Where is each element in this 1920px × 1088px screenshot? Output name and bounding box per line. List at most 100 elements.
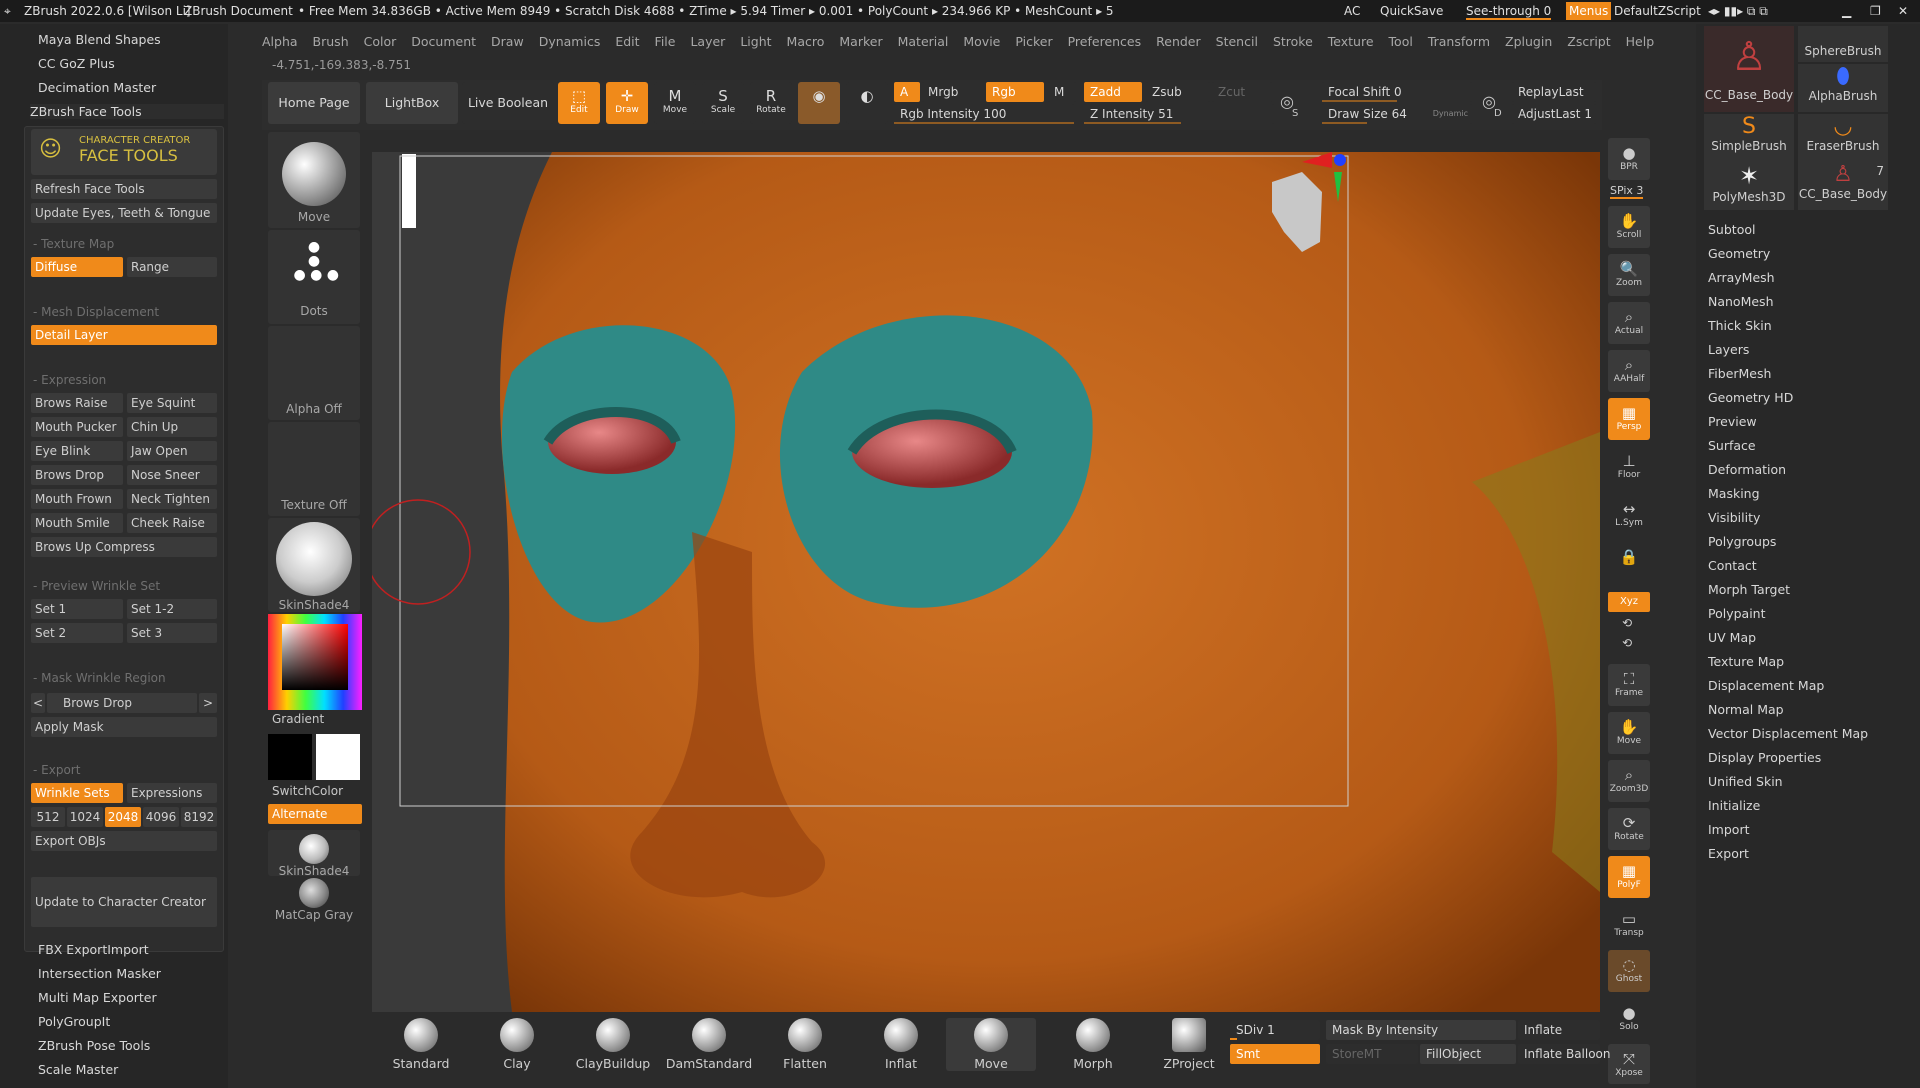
apply-mask-button[interactable]: Apply Mask [31,717,217,737]
expr-jaw-open[interactable]: Jaw Open [127,441,217,461]
scale-mode-button[interactable]: S Scale [702,82,744,124]
menu-material[interactable]: Material [898,34,949,49]
aahalf-button[interactable]: ⌕ AAHalf [1608,350,1650,392]
displacement-map-menu[interactable]: Displacement Map [1708,678,1824,693]
plugin-pose-tools[interactable]: ZBrush Pose Tools [38,1038,150,1053]
set-2-button[interactable]: Set 2 [31,623,123,643]
focal-shift-slider[interactable]: Focal Shift 0 [1322,82,1472,102]
prev-region-arrow-icon[interactable]: < [31,693,45,713]
brush-clay[interactable]: Clay [472,1018,562,1071]
mrgb-toggle[interactable]: Mrgb [922,82,994,102]
menu-layer[interactable]: Layer [690,34,725,49]
transp-button[interactable]: ▭ Transp [1608,904,1650,946]
color-square[interactable] [282,624,348,690]
polyf-button[interactable]: ▦ PolyF [1608,856,1650,898]
plugin-cc-goz-plus[interactable]: CC GoZ Plus [38,56,115,71]
expr-neck-tighten[interactable]: Neck Tighten [127,489,217,509]
preview-wrinkle-section[interactable]: - Preview Wrinkle Set [33,579,160,593]
brush-polymesh3d[interactable]: ✶ PolyMesh3D [1704,162,1794,210]
menu-light[interactable]: Light [740,34,771,49]
brush-tile[interactable]: Move [268,132,360,228]
update-eyes-button[interactable]: Update Eyes, Teeth & Tongue [31,203,217,223]
menu-marker[interactable]: Marker [839,34,882,49]
z-intensity-slider[interactable]: Z Intensity 51 [1084,104,1274,124]
menu-macro[interactable]: Macro [787,34,825,49]
edit-mode-button[interactable]: ⬚ Edit [558,82,600,124]
expr-chin-up[interactable]: Chin Up [127,417,217,437]
fillobject-button[interactable]: FillObject [1420,1044,1516,1064]
spix-slider[interactable]: SPix 3 [1610,184,1644,199]
brush-alpha[interactable]: ⬮ AlphaBrush [1798,64,1888,112]
menu-texture[interactable]: Texture [1328,34,1374,49]
morph-target-menu[interactable]: Morph Target [1708,582,1790,597]
plugin-maya-blend-shapes[interactable]: Maya Blend Shapes [38,32,161,47]
set-1-button[interactable]: Set 1 [31,599,123,619]
scroll-button[interactable]: ✋ Scroll [1608,206,1650,248]
menu-preferences[interactable]: Preferences [1068,34,1142,49]
arraymesh-menu[interactable]: ArrayMesh [1708,270,1775,285]
expr-eye-blink[interactable]: Eye Blink [31,441,123,461]
zcut-toggle[interactable]: Zcut [1212,82,1272,102]
restore-icon[interactable]: ❐ [1870,4,1881,18]
actual-button[interactable]: ⌕ Actual [1608,302,1650,344]
sdiv-slider[interactable]: SDiv 1 [1230,1020,1320,1040]
draw-size-slider[interactable]: Draw Size 64 Dynamic [1322,104,1472,124]
xpose-button[interactable]: ⤧ Xpose [1608,1044,1650,1084]
brush-move[interactable]: Move [946,1018,1036,1071]
expr-mouth-frown[interactable]: Mouth Frown [31,489,123,509]
lightbox-button[interactable]: LightBox [366,82,458,124]
inflate-button[interactable]: Inflate [1518,1020,1600,1040]
material-tile-2[interactable]: SkinShade4 [268,830,360,878]
uv-map-menu[interactable]: UV Map [1708,630,1756,645]
export-section[interactable]: - Export [33,763,80,777]
live-boolean-button[interactable]: Live Boolean [462,82,554,124]
adjust-last-slider[interactable]: AdjustLast 1 [1512,104,1596,124]
next-region-arrow-icon[interactable]: > [199,693,217,713]
zadd-toggle[interactable]: Zadd [1084,82,1142,102]
size-1024[interactable]: 1024 [67,807,103,827]
plugin-decimation-master[interactable]: Decimation Master [38,80,156,95]
rot-z-icon[interactable]: ⟲ [1622,636,1632,650]
brush-damstandard[interactable]: DamStandard [664,1018,754,1071]
expression-section[interactable]: - Expression [33,373,106,387]
alpha-tile[interactable]: Alpha Off [268,326,360,420]
color-picker[interactable] [268,614,362,710]
brush-claybuildup[interactable]: ClayBuildup [568,1018,658,1071]
close-icon[interactable]: ✕ [1898,4,1908,18]
texture-map-section[interactable]: - Texture Map [33,237,114,251]
lock-button[interactable]: 🔒 [1608,542,1650,584]
refresh-face-tools-button[interactable]: Refresh Face Tools [31,179,217,199]
menu-render[interactable]: Render [1156,34,1201,49]
menu-stencil[interactable]: Stencil [1216,34,1258,49]
expr-nose-sneer[interactable]: Nose Sneer [127,465,217,485]
menu-edit[interactable]: Edit [615,34,639,49]
display-properties-menu[interactable]: Display Properties [1708,750,1821,765]
export-objs-button[interactable]: Export OBJs [31,831,217,851]
expr-cheek-raise[interactable]: Cheek Raise [127,513,217,533]
plugin-fbx[interactable]: FBX ExportImport [38,942,149,957]
subtool-menu[interactable]: Subtool [1708,222,1755,237]
menu-color[interactable]: Color [364,34,397,49]
menu-tool[interactable]: Tool [1389,34,1413,49]
minimize-icon[interactable]: ▁ [1842,4,1851,18]
menu-stroke[interactable]: Stroke [1273,34,1313,49]
solo-button[interactable]: ● Solo [1608,998,1650,1040]
initialize-menu[interactable]: Initialize [1708,798,1760,813]
brush-zproject[interactable]: ZProject [1144,1018,1234,1071]
m-toggle[interactable]: M [1048,82,1076,102]
see-through-slider[interactable]: See-through 0 [1466,4,1552,20]
visibility-menu[interactable]: Visibility [1708,510,1760,525]
layout-icons[interactable]: ◂▸ ▮▮▸ ⧉ ⧉ [1708,4,1768,19]
menu-draw[interactable]: Draw [491,34,524,49]
inflate-balloon-button[interactable]: Inflate Balloon [1518,1044,1611,1064]
stroke-tile[interactable]: ● ● ● ● ● Dots [268,230,360,324]
expr-mouth-pucker[interactable]: Mouth Pucker [31,417,123,437]
menu-zplugin[interactable]: Zplugin [1505,34,1552,49]
rgb-toggle[interactable]: Rgb [986,82,1044,102]
brush-simple[interactable]: S SimpleBrush [1704,114,1794,162]
menu-document[interactable]: Document [411,34,476,49]
zoom3d-button[interactable]: ⌕ Zoom3D [1608,760,1650,802]
nanomesh-menu[interactable]: NanoMesh [1708,294,1774,309]
update-to-cc-button[interactable]: Update to Character Creator [31,877,217,927]
move-mode-button[interactable]: M Move [654,82,696,124]
